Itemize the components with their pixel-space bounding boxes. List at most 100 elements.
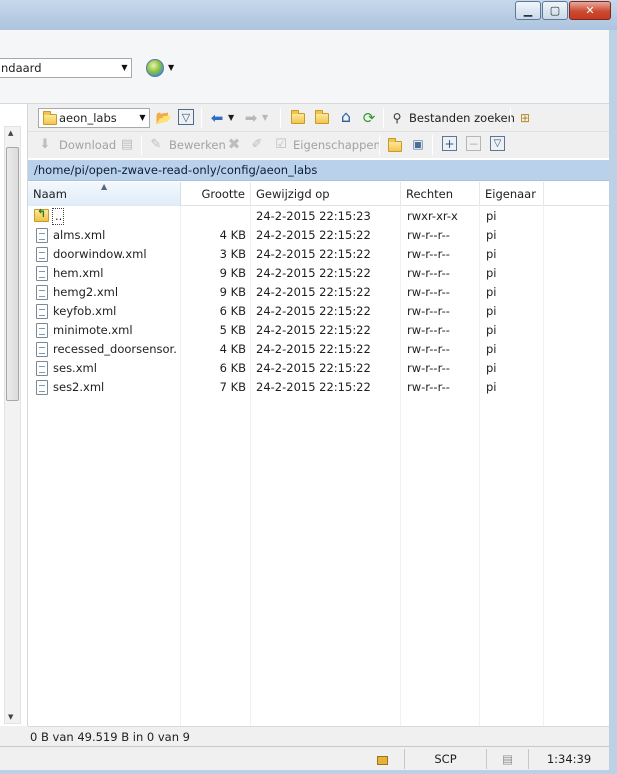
file-modified: 24-2-2015 22:15:22 xyxy=(256,228,371,242)
table-row[interactable]: ses.xml 6 KB 24-2-2015 22:15:22 rw-r--r-- pi xyxy=(28,359,609,378)
remote-path-bar[interactable]: /home/pi/open-zwave-read-only/config/aeo… xyxy=(28,160,609,181)
refresh-icon[interactable]: ⟳ xyxy=(360,109,378,127)
table-row[interactable]: minimote.xml 5 KB 24-2-2015 22:15:22 rw-r--… xyxy=(28,321,609,340)
rename-icon[interactable]: ✐ xyxy=(248,135,266,153)
file-name: alms.xml xyxy=(53,228,106,242)
file-rights: rw-r--r-- xyxy=(407,285,450,299)
table-row[interactable]: hem.xml 9 KB 24-2-2015 22:15:22 rw-r--r-- pi xyxy=(28,264,609,283)
file-size: 9 KB xyxy=(219,266,246,280)
xml-file-icon xyxy=(36,304,48,319)
file-name: doorwindow.xml xyxy=(53,247,147,261)
column-header-owner-label: Eigenaar xyxy=(485,187,536,201)
filter-icon[interactable]: ▽ xyxy=(178,109,194,125)
xml-file-icon xyxy=(36,380,48,395)
table-row[interactable]: .. 24-2-2015 22:15:23 rwxr-xr-x pi xyxy=(28,207,609,226)
root-dir-icon[interactable] xyxy=(315,110,329,124)
find-files-button[interactable]: Bestanden zoeken xyxy=(409,109,515,127)
remote-dir-combo[interactable]: aeon_labs ▼ xyxy=(38,108,150,128)
properties-icon[interactable]: ☑ xyxy=(272,135,290,153)
column-header-owner[interactable]: Eigenaar xyxy=(480,182,544,206)
remote-file-list[interactable]: ▲ Naam Grootte Gewijzigd op Rechten Eige… xyxy=(28,182,609,746)
scroll-thumb[interactable] xyxy=(6,147,19,401)
xml-file-icon xyxy=(36,361,48,376)
toolbar-separator xyxy=(383,108,384,128)
remove-icon[interactable]: − xyxy=(466,136,481,151)
xml-file-icon xyxy=(36,342,48,357)
file-owner: pi xyxy=(486,285,497,299)
delete-icon[interactable]: ✖ xyxy=(225,135,243,153)
remote-panel: aeon_labs ▼ 📂 ▽ ⬅ ▼ ➡ ▼ ⌂ ⟳ ⚲ Bestanden … xyxy=(28,104,609,770)
file-rights: rw-r--r-- xyxy=(407,266,450,280)
forward-arrow-icon[interactable]: ➡ xyxy=(242,109,260,127)
table-row[interactable]: keyfob.xml 6 KB 24-2-2015 22:15:22 rw-r--r-… xyxy=(28,302,609,321)
parent-dir-icon[interactable] xyxy=(291,110,305,124)
open-folder-icon[interactable]: 📂 xyxy=(155,109,173,127)
file-size: 7 KB xyxy=(219,380,246,394)
edit-button[interactable]: Bewerken xyxy=(169,136,226,154)
file-name: recessed_doorsensor.... xyxy=(53,342,178,356)
scroll-up-icon[interactable]: ▲ xyxy=(8,129,13,137)
file-rights: rw-r--r-- xyxy=(407,228,450,242)
new-folder-icon[interactable] xyxy=(388,138,402,152)
file-modified: 24-2-2015 22:15:22 xyxy=(256,323,371,337)
column-header-modified[interactable]: Gewijzigd op xyxy=(251,182,401,206)
file-rights: rw-r--r-- xyxy=(407,304,450,318)
app-client-area: ndaard ▼ ▼ ▲ ▼ aeon_labs ▼ 📂 ▽ ⬅ ▼ ➡ ▼ ⌂… xyxy=(0,30,609,770)
file-size: 6 KB xyxy=(219,304,246,318)
file-modified: 24-2-2015 22:15:22 xyxy=(256,342,371,356)
toolbar-separator xyxy=(379,135,380,155)
table-row[interactable]: recessed_doorsensor.... 4 KB 24-2-2015 22:… xyxy=(28,340,609,359)
column-header-modified-label: Gewijzigd op xyxy=(256,187,330,201)
table-row[interactable]: hemg2.xml 9 KB 24-2-2015 22:15:22 rw-r--r--… xyxy=(28,283,609,302)
table-row[interactable]: alms.xml 4 KB 24-2-2015 22:15:22 rw-r--r-- p… xyxy=(28,226,609,245)
chevron-down-icon[interactable]: ▼ xyxy=(136,109,149,127)
add-icon[interactable]: + xyxy=(442,136,457,151)
file-modified: 24-2-2015 22:15:22 xyxy=(256,361,371,375)
protocol-indicator: SCP xyxy=(404,749,486,769)
column-header-rights-label: Rechten xyxy=(406,187,454,201)
download-icon[interactable]: ⬇ xyxy=(36,135,54,153)
table-row[interactable]: ses2.xml 7 KB 24-2-2015 22:15:22 rw-r--r-- p… xyxy=(28,378,609,397)
column-header-name-label: Naam xyxy=(33,187,67,201)
chevron-down-icon[interactable]: ▼ xyxy=(228,109,234,127)
back-arrow-icon[interactable]: ⬅ xyxy=(208,109,226,127)
file-rights: rw-r--r-- xyxy=(407,323,450,337)
file-size: 5 KB xyxy=(219,323,246,337)
select-icon[interactable]: ▽ xyxy=(490,136,505,151)
session-combo[interactable]: ndaard ▼ xyxy=(0,58,132,78)
remote-file-toolbar: ⬇ Download ▤ ✎ Bewerken ✖ ✐ ☑ Eigenschap… xyxy=(28,132,609,158)
file-name: ses2.xml xyxy=(53,380,105,394)
session-time: 1:34:39 xyxy=(528,749,609,769)
binoculars-icon[interactable]: ⚲ xyxy=(388,109,406,127)
minimize-icon[interactable]: ▁ xyxy=(515,1,541,20)
properties-button[interactable]: Eigenschappen xyxy=(293,136,381,154)
maximize-icon[interactable]: ▢ xyxy=(542,1,568,20)
file-owner: pi xyxy=(486,342,497,356)
chevron-down-icon[interactable]: ▼ xyxy=(118,59,131,77)
xml-file-icon xyxy=(36,247,48,262)
table-row[interactable]: doorwindow.xml 3 KB 24-2-2015 22:15:22 rw-r… xyxy=(28,245,609,264)
home-icon[interactable]: ⌂ xyxy=(337,108,355,126)
column-header-name[interactable]: ▲ Naam xyxy=(28,182,181,206)
file-size: 4 KB xyxy=(219,342,246,356)
local-scrollbar[interactable]: ▲ ▼ xyxy=(4,126,21,724)
column-header-rights[interactable]: Rechten xyxy=(401,182,480,206)
download-options-icon[interactable]: ▤ xyxy=(118,135,136,153)
file-size: 9 KB xyxy=(219,285,246,299)
new-file-icon[interactable]: ▣ xyxy=(409,135,427,153)
file-rights: rw-r--r-- xyxy=(407,361,450,375)
download-button[interactable]: Download xyxy=(59,136,116,154)
file-modified: 24-2-2015 22:15:22 xyxy=(256,285,371,299)
file-name: minimote.xml xyxy=(53,323,133,337)
tree-icon[interactable]: ⊞ xyxy=(516,109,534,127)
close-icon[interactable]: ✕ xyxy=(569,1,611,20)
column-header-size-label: Grootte xyxy=(201,187,245,201)
scroll-down-icon[interactable]: ▼ xyxy=(8,713,13,721)
chevron-down-icon[interactable]: ▼ xyxy=(262,109,268,127)
globe-icon[interactable] xyxy=(146,59,164,77)
chevron-down-icon[interactable]: ▼ xyxy=(168,63,174,72)
edit-icon[interactable]: ✎ xyxy=(147,135,165,153)
session-toolbar: ndaard ▼ ▼ xyxy=(0,30,609,104)
column-header-size[interactable]: Grootte xyxy=(181,182,251,206)
file-owner: pi xyxy=(486,380,497,394)
